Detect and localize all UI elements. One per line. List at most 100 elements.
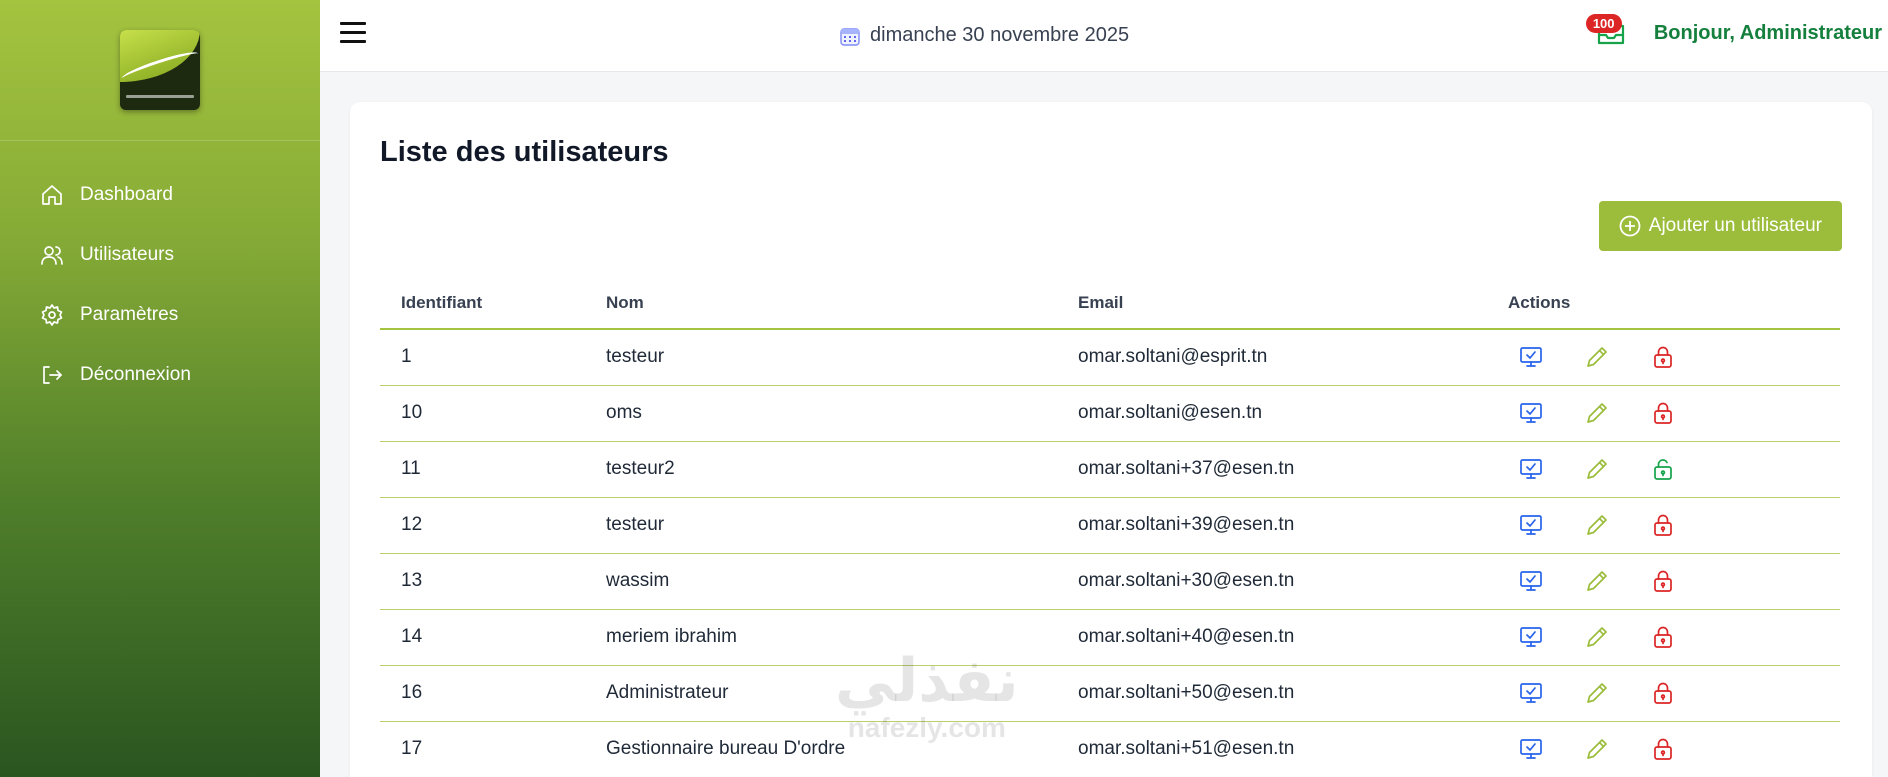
view-button[interactable] <box>1518 456 1544 482</box>
table-row: 12 testeur omar.soltani+39@esen.tn <box>380 497 1840 554</box>
table-row: 17 Gestionnaire bureau D'ordre omar.soltan… <box>380 721 1840 777</box>
edit-button[interactable] <box>1584 624 1610 650</box>
table-row: 16 Administrateur omar.soltani+50@esen.tn <box>380 665 1840 722</box>
logout-icon <box>43 366 62 384</box>
edit-button[interactable] <box>1584 400 1610 426</box>
pencil-icon <box>1587 515 1607 535</box>
view-button[interactable] <box>1518 512 1544 538</box>
monitor-check-icon <box>1520 459 1542 479</box>
pencil-icon <box>1587 571 1607 591</box>
column-header-nom: Nom <box>585 277 1057 330</box>
edit-button[interactable] <box>1584 736 1610 762</box>
logo-area <box>0 0 320 141</box>
lock-toggle-button[interactable] <box>1650 568 1676 594</box>
sidebar-item-settings[interactable]: Paramètres <box>0 285 320 345</box>
cell-nom: oms <box>585 385 1057 442</box>
sidebar-nav: Dashboard Utilisateurs Paramètres Déconn… <box>0 141 320 405</box>
column-header-actions: Actions <box>1487 277 1840 330</box>
lock-toggle-button[interactable] <box>1650 512 1676 538</box>
cell-nom: testeur2 <box>585 441 1057 498</box>
cell-id: 14 <box>380 609 585 666</box>
lock-icon <box>1654 346 1672 369</box>
view-button[interactable] <box>1518 344 1544 370</box>
edit-button[interactable] <box>1584 456 1610 482</box>
monitor-check-icon <box>1520 627 1542 647</box>
sidebar-item-label: Utilisateurs <box>80 244 174 265</box>
messages-button[interactable]: 100 <box>1585 14 1626 48</box>
column-header-id: Identifiant <box>380 277 585 330</box>
lock-toggle-button[interactable] <box>1650 680 1676 706</box>
cell-email: omar.soltani+40@esen.tn <box>1057 609 1487 666</box>
sidebar-item-label: Déconnexion <box>80 364 191 385</box>
lock-toggle-button[interactable] <box>1650 736 1676 762</box>
view-button[interactable] <box>1518 624 1544 650</box>
unlock-icon <box>1654 459 1672 480</box>
sidebar-item-users[interactable]: Utilisateurs <box>0 225 320 285</box>
table-row: 1 testeur omar.soltani@esprit.tn <box>380 329 1840 386</box>
cell-actions <box>1487 329 1840 386</box>
table-body: 1 testeur omar.soltani@esprit.tn 10 oms omar.… <box>380 329 1840 777</box>
cell-actions <box>1487 665 1840 722</box>
cell-id: 11 <box>380 441 585 498</box>
lock-toggle-button[interactable] <box>1650 400 1676 426</box>
cell-id: 16 <box>380 665 585 722</box>
view-button[interactable] <box>1518 400 1544 426</box>
cell-id: 1 <box>380 329 585 386</box>
cell-actions <box>1487 553 1840 610</box>
cell-email: omar.soltani+37@esen.tn <box>1057 441 1487 498</box>
monitor-check-icon <box>1520 739 1542 759</box>
monitor-check-icon <box>1520 403 1542 423</box>
view-button[interactable] <box>1518 736 1544 762</box>
lock-icon <box>1654 514 1672 536</box>
cell-id: 17 <box>380 721 585 777</box>
sidebar-item-dashboard[interactable]: Dashboard <box>0 165 320 225</box>
edit-button[interactable] <box>1584 568 1610 594</box>
cell-nom: Gestionnaire bureau D'ordre <box>585 721 1057 777</box>
greeting-text: Bonjour, Administrateur <box>1653 21 1882 44</box>
edit-button[interactable] <box>1584 344 1610 370</box>
monitor-check-icon <box>1520 515 1542 535</box>
lock-toggle-button[interactable] <box>1650 344 1676 370</box>
sidebar-item-logout[interactable]: Déconnexion <box>0 345 320 405</box>
pencil-icon <box>1587 683 1607 703</box>
cell-actions <box>1487 721 1840 777</box>
cell-nom: testeur <box>585 497 1057 554</box>
users-table: Identifiant Nom Email Actions 1 testeur om… <box>380 277 1840 777</box>
view-button[interactable] <box>1518 568 1544 594</box>
pencil-icon <box>1587 347 1607 368</box>
cell-id: 12 <box>380 497 585 554</box>
edit-button[interactable] <box>1584 680 1610 706</box>
view-button[interactable] <box>1518 680 1544 706</box>
cell-nom: meriem ibrahim <box>585 609 1057 666</box>
users-icon <box>41 246 63 265</box>
unlock-toggle-button[interactable] <box>1650 456 1676 482</box>
users-card: Liste des utilisateurs Ajouter un utilis… <box>350 102 1872 777</box>
pencil-icon <box>1587 403 1607 423</box>
date-text: dimanche 30 novembre 2025 <box>870 24 1130 46</box>
header-right: 100 Bonjour, Administrateur <box>1585 14 1882 48</box>
table-row: 14 meriem ibrahim omar.soltani+40@esen.tn <box>380 609 1840 666</box>
current-date: dimanche 30 novembre 2025 <box>840 24 1129 47</box>
column-header-email: Email <box>1057 277 1487 330</box>
edit-button[interactable] <box>1584 512 1610 538</box>
lock-icon <box>1654 570 1672 592</box>
table-row: 11 testeur2 omar.soltani+37@esen.tn <box>380 441 1840 498</box>
pencil-icon <box>1587 627 1607 647</box>
app-logo[interactable] <box>120 30 200 110</box>
sidebar: Dashboard Utilisateurs Paramètres Déconn… <box>0 0 320 777</box>
cell-email: omar.soltani@esprit.tn <box>1057 329 1487 386</box>
lock-icon <box>1654 682 1672 704</box>
table-row: 10 oms omar.soltani@esen.tn <box>380 385 1840 442</box>
cell-email: omar.soltani+50@esen.tn <box>1057 665 1487 722</box>
sidebar-item-label: Dashboard <box>80 184 173 205</box>
cell-email: omar.soltani+30@esen.tn <box>1057 553 1487 610</box>
cell-nom: wassim <box>585 553 1057 610</box>
cell-nom: Administrateur <box>585 665 1057 722</box>
lock-toggle-button[interactable] <box>1650 624 1676 650</box>
add-user-button[interactable]: Ajouter un utilisateur <box>1598 201 1842 251</box>
pencil-icon <box>1587 459 1607 479</box>
table-header-row: Identifiant Nom Email Actions <box>380 277 1840 330</box>
home-icon <box>42 185 62 205</box>
hamburger-menu-icon[interactable] <box>340 22 366 46</box>
add-user-label: Ajouter un utilisateur <box>1648 215 1822 236</box>
